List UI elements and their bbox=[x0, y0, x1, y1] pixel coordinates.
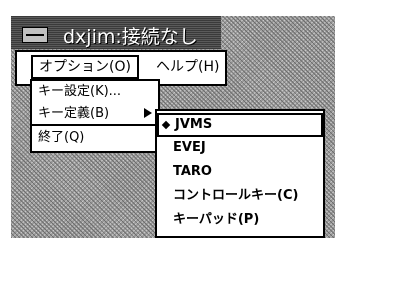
menu-item-key-settings[interactable]: キー設定(K)... bbox=[32, 81, 158, 102]
menu-item-quit[interactable]: 終了(Q) bbox=[32, 127, 158, 148]
diamond-icon bbox=[161, 120, 171, 130]
submenu-item-keypad[interactable]: キーパッド(P) bbox=[157, 209, 323, 231]
window-menu-icon bbox=[26, 34, 44, 36]
menu-options[interactable]: オプション(O) bbox=[31, 55, 139, 79]
triangle-right-icon bbox=[144, 108, 152, 118]
submenu-item-control-key[interactable]: コントロールキー(C) bbox=[157, 185, 323, 207]
menu-help[interactable]: ヘルプ(H) bbox=[150, 57, 225, 77]
submenu-item-evej[interactable]: EVEJ bbox=[157, 137, 323, 159]
submenu-item-taro[interactable]: TARO bbox=[157, 161, 323, 183]
menu-item-key-definition-label: キー定義(B) bbox=[38, 106, 110, 121]
window-title: dxjim:接続なし bbox=[63, 26, 198, 48]
key-definition-submenu: JVMS EVEJ TARO コントロールキー(C) キーパッド(P) bbox=[155, 109, 325, 238]
window-menu-button[interactable] bbox=[22, 27, 48, 43]
submenu-item-jvms-label: JVMS bbox=[175, 117, 213, 132]
options-dropdown: キー設定(K)... キー定義(B) 終了(Q) bbox=[30, 79, 160, 153]
menu-item-key-definition[interactable]: キー定義(B) bbox=[32, 103, 158, 126]
submenu-item-jvms[interactable]: JVMS bbox=[157, 113, 323, 137]
